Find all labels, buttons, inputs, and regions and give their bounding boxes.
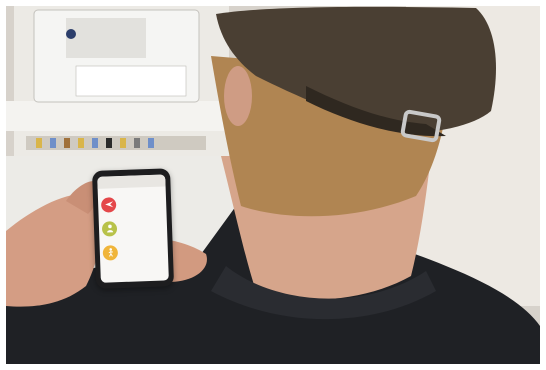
meter-label [75,65,187,97]
menu-item-person[interactable] [101,217,165,239]
ear [224,66,252,126]
menu-item-walking[interactable] [102,241,166,263]
panel-shelf [6,101,231,131]
phone-screen [97,174,169,283]
meter-display [66,18,146,58]
person-walking-icon [102,244,119,261]
person-icon [101,220,118,237]
photo [6,6,540,364]
smartphone [92,168,175,289]
app-menu [98,186,169,262]
scene [6,6,540,364]
meter-logo [66,29,76,39]
menu-item-register[interactable] [100,193,164,215]
plane-icon [100,196,117,213]
terminal-wires [36,138,154,148]
